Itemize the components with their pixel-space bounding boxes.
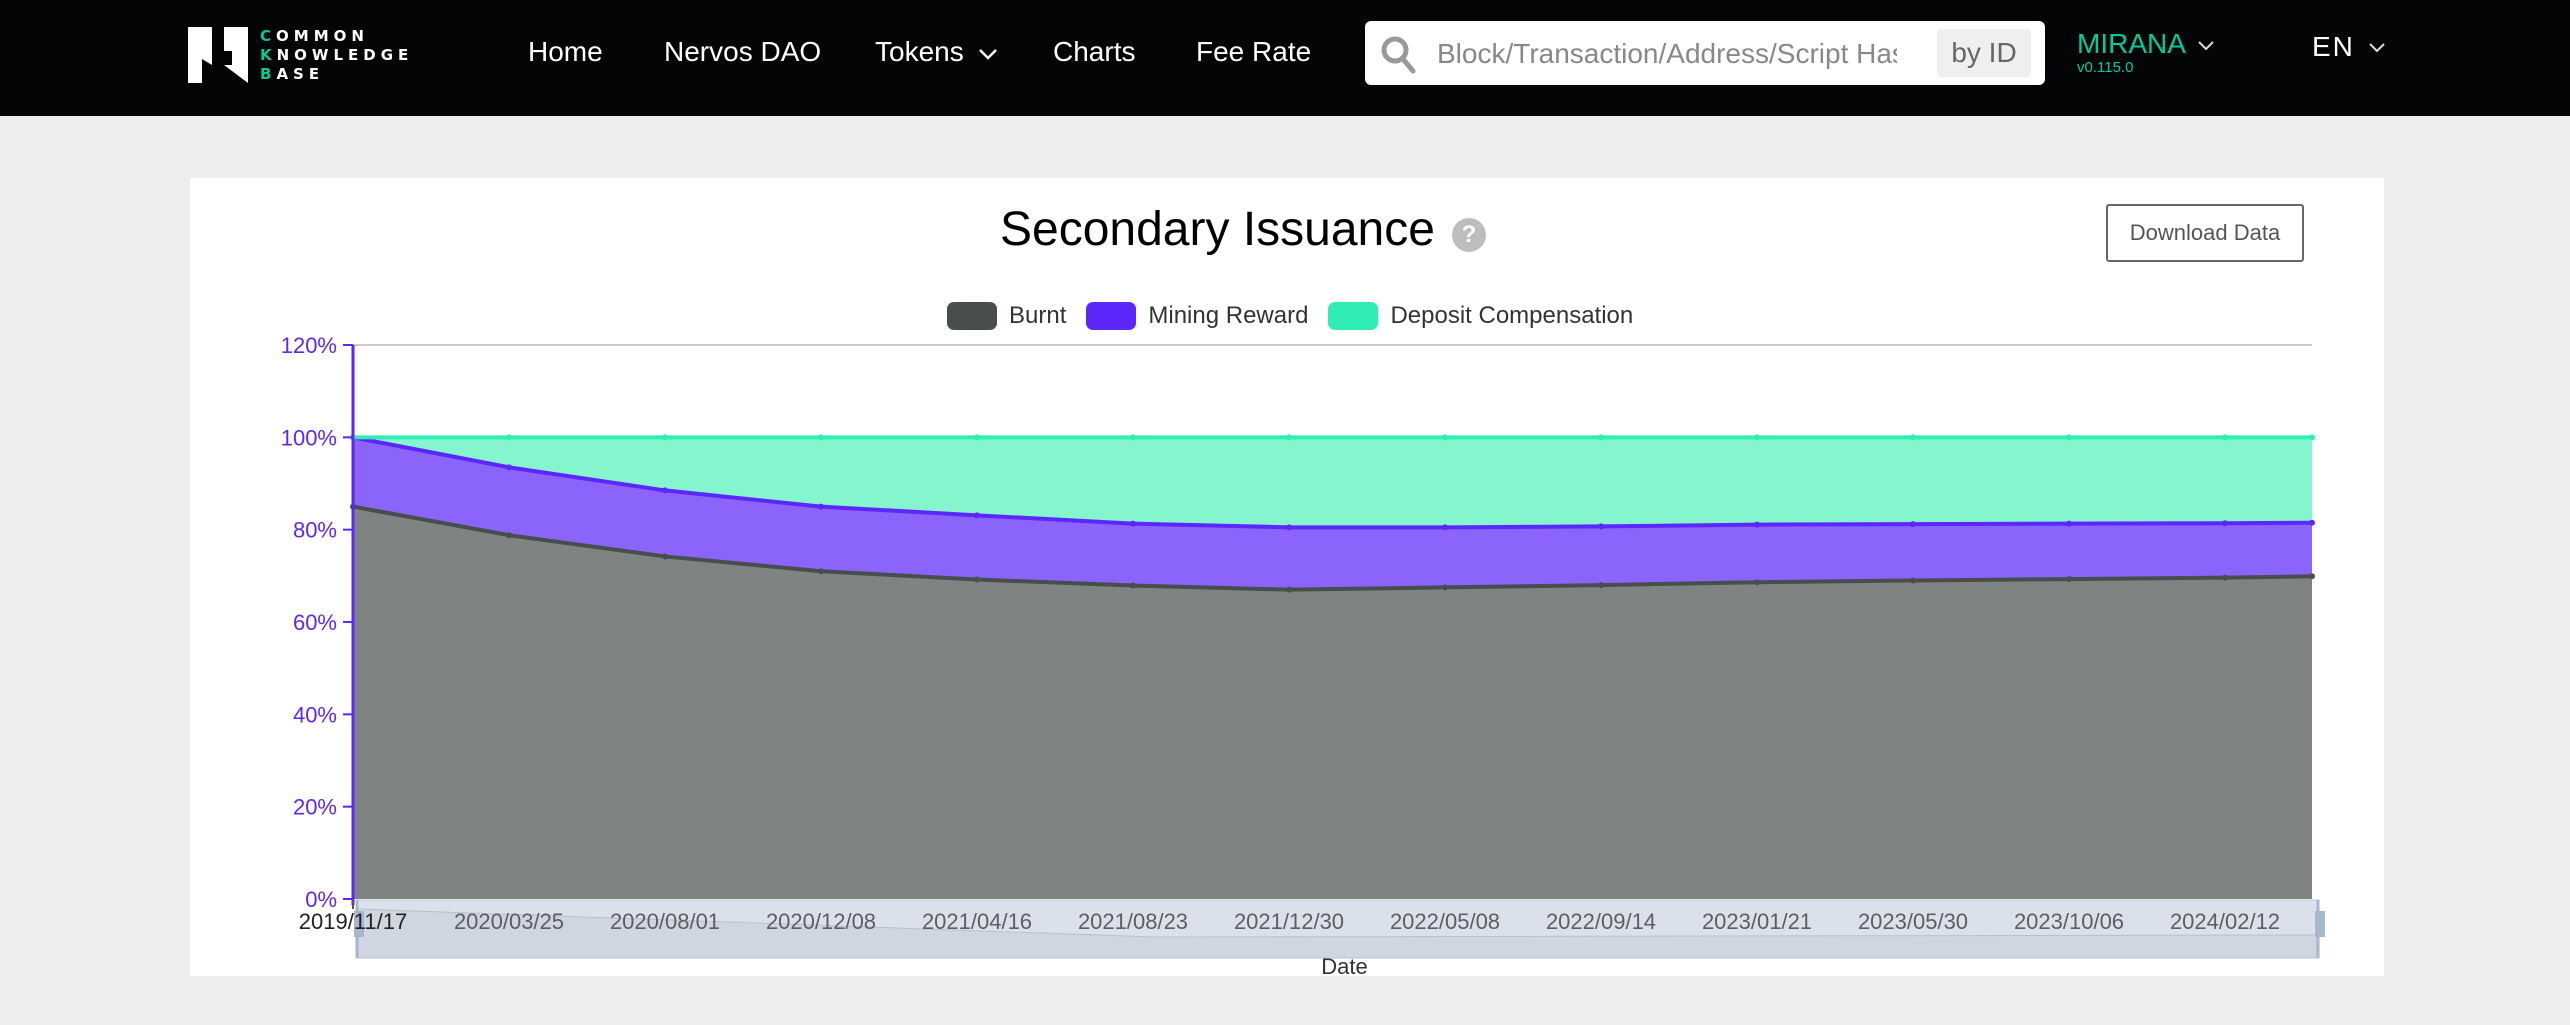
logo-line3: ASE (276, 65, 325, 83)
nav-charts-label: Charts (1053, 36, 1136, 67)
point-mining-reward (1910, 521, 1916, 528)
point-mining-reward (818, 503, 824, 510)
y-tick-label: 40% (293, 702, 337, 727)
secondary-issuance-chart: 0%20%40%60%80%100%120%2019/11/17 2020/03/… (281, 333, 2325, 976)
ckb-logo[interactable]: COMMON KNOWLEDGE BASE (188, 25, 418, 85)
point-deposit-compensation (2066, 434, 2072, 441)
nav-tokens[interactable]: Tokens (875, 34, 998, 70)
top-navbar: COMMON KNOWLEDGE BASE Home Nervos DAO To… (0, 0, 2570, 116)
point-burnt (2066, 576, 2072, 583)
logo-text: COMMON KNOWLEDGE BASE (260, 27, 414, 83)
x-tick-label: 2022/05/08 (1390, 909, 1500, 934)
chevron-down-icon (978, 48, 997, 60)
x-tick-label: 2021/12/30 (1234, 909, 1344, 934)
point-mining-reward (662, 487, 668, 494)
search-bar: by ID (1365, 21, 2045, 85)
point-mining-reward (1442, 524, 1448, 531)
point-deposit-compensation (818, 434, 824, 441)
search-by-id-button[interactable]: by ID (1937, 29, 2031, 77)
nav-home[interactable]: Home (528, 34, 603, 70)
point-mining-reward (506, 464, 512, 471)
network-version: v0.115.0 (2077, 59, 2134, 76)
point-mining-reward (2222, 520, 2228, 527)
point-mining-reward (1598, 523, 1604, 530)
point-burnt (1286, 586, 1292, 593)
logo-line1: OMMON (276, 27, 369, 45)
point-burnt (662, 553, 668, 560)
point-burnt (818, 568, 824, 575)
y-tick-label: 60% (293, 610, 337, 635)
point-deposit-compensation (1598, 434, 1604, 441)
point-burnt (1598, 582, 1604, 589)
nav-home-label: Home (528, 36, 603, 67)
x-tick-label: 2024/02/12 (2170, 909, 2280, 934)
point-burnt (1754, 579, 1760, 586)
point-deposit-compensation (1754, 434, 1760, 441)
point-mining-reward (974, 512, 980, 519)
point-mining-reward (1754, 521, 1760, 528)
chevron-down-icon (2369, 43, 2385, 53)
nav-fee-rate[interactable]: Fee Rate (1196, 34, 1311, 70)
chevron-down-icon (2198, 41, 2214, 51)
y-tick-label: 120% (281, 333, 337, 358)
point-burnt (2309, 573, 2315, 580)
search-input[interactable] (1435, 31, 1899, 77)
language-selector[interactable]: EN (2312, 30, 2385, 64)
x-tick-label: 2021/08/23 (1078, 909, 1188, 934)
x-tick-label: 2020/12/08 (766, 909, 876, 934)
point-burnt (1910, 577, 1916, 584)
x-tick-label: 2021/04/16 (922, 909, 1032, 934)
y-tick-label: 100% (281, 425, 337, 450)
point-deposit-compensation (2222, 434, 2228, 441)
point-deposit-compensation (1130, 434, 1136, 441)
nav-nervos-dao[interactable]: Nervos DAO (664, 34, 821, 70)
x-tick-label: 2022/09/14 (1546, 909, 1656, 934)
point-mining-reward (1130, 520, 1136, 527)
point-burnt (1130, 582, 1136, 589)
x-tick-label: 2019/11/17 (299, 909, 407, 934)
point-burnt (506, 532, 512, 539)
point-deposit-compensation (662, 434, 668, 441)
network-selector[interactable]: MIRANA v0.115.0 (2077, 28, 2214, 76)
point-burnt (1442, 584, 1448, 591)
x-axis-title: Date (1321, 954, 1367, 976)
point-burnt (2222, 574, 2228, 581)
point-mining-reward (1286, 524, 1292, 531)
point-deposit-compensation (1286, 434, 1292, 441)
nervos-logo-icon (188, 27, 248, 83)
x-tick-label: 2023/05/30 (1858, 909, 1968, 934)
point-deposit-compensation (1910, 434, 1916, 441)
point-mining-reward (2066, 520, 2072, 527)
nav-fee-rate-label: Fee Rate (1196, 36, 1312, 67)
language-label: EN (2312, 31, 2355, 62)
nav-tokens-label: Tokens (875, 36, 964, 67)
point-mining-reward (2309, 519, 2315, 526)
network-name: MIRANA (2077, 28, 2186, 59)
x-tick-label: 2023/01/21 (1702, 909, 1812, 934)
chart-card: Secondary Issuance ? Download Data Burnt… (190, 178, 2384, 976)
x-tick-label: 2023/10/06 (2014, 909, 2124, 934)
point-burnt (974, 576, 980, 583)
point-deposit-compensation (974, 434, 980, 441)
search-icon[interactable] (1379, 33, 1419, 77)
x-tick-label: 2020/03/25 (454, 909, 564, 934)
x-tick-label: 2020/08/01 (610, 909, 720, 934)
y-tick-label: 20% (293, 795, 337, 820)
point-deposit-compensation (1442, 434, 1448, 441)
point-deposit-compensation (2309, 434, 2315, 441)
logo-line2: NOWLEDGE (276, 46, 414, 64)
point-deposit-compensation (506, 434, 512, 441)
nav-nervos-dao-label: Nervos DAO (664, 36, 822, 67)
y-tick-label: 80% (293, 518, 337, 543)
nav-charts[interactable]: Charts (1053, 34, 1135, 70)
